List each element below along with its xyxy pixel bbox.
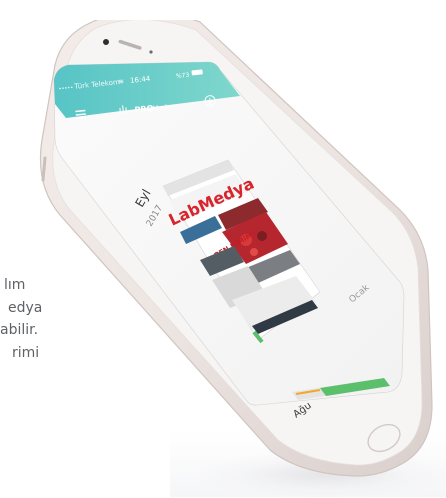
side-button — [41, 156, 47, 182]
battery-label: %73 — [176, 72, 190, 80]
menu-icon[interactable] — [75, 109, 87, 120]
front-camera — [103, 39, 109, 45]
wifi-icon: ≋ — [118, 78, 125, 87]
sensor — [149, 50, 153, 54]
phone-mockup: ••••• Türk Telekom ≋ 16:44 %73 ılı PRO M… — [39, 20, 433, 477]
brand-logo-mark: ılı — [118, 103, 128, 117]
